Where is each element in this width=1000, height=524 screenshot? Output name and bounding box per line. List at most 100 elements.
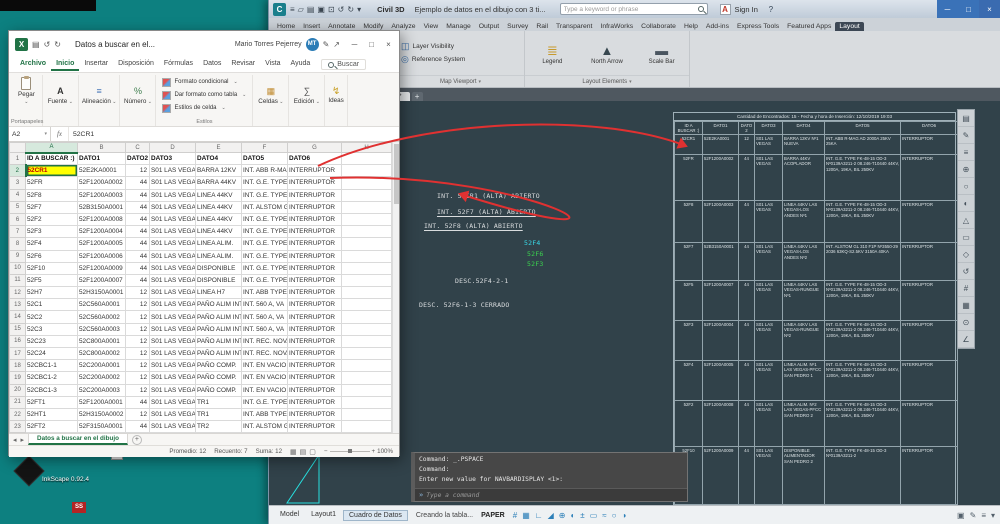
row-header[interactable]: 2: [10, 165, 26, 177]
ribbon-tab[interactable]: Manage: [442, 22, 475, 31]
cell[interactable]: 12: [126, 287, 150, 299]
cell[interactable]: PAÑO ALIM INT.: [196, 348, 242, 360]
table-cell[interactable]: 52F1200A0009: [703, 447, 739, 505]
cell[interactable]: [342, 408, 392, 420]
keyword-search-input[interactable]: Type a keyword or phrase: [560, 3, 708, 15]
cell[interactable]: [342, 177, 392, 189]
table-cell[interactable]: 52F4: [675, 361, 703, 401]
cell[interactable]: TR1: [196, 396, 242, 408]
font-group-button[interactable]: Fuente: [43, 75, 79, 126]
cell[interactable]: INTERRUPTOR: [288, 299, 342, 311]
cell[interactable]: [342, 153, 392, 165]
table-cell[interactable]: 52F1200A0004: [703, 321, 739, 361]
table-cell[interactable]: S01 LAS VEGAS: [755, 447, 783, 505]
cell[interactable]: 44: [126, 421, 150, 433]
row-header[interactable]: 13: [10, 299, 26, 311]
ribbon-tab[interactable]: View: [420, 22, 443, 31]
table-cell[interactable]: 44: [739, 361, 755, 401]
reference-system-button[interactable]: ◎ Reference System: [401, 54, 520, 65]
table-cell[interactable]: INTERRUPTOR: [901, 201, 958, 243]
cell[interactable]: INTERRUPTOR: [288, 189, 342, 201]
cell[interactable]: 52F5: [26, 274, 78, 286]
table-cell[interactable]: 52B3150A0001: [703, 243, 739, 281]
cell[interactable]: DATO6: [288, 153, 342, 165]
table-cell[interactable]: 52F5: [675, 281, 703, 321]
cell[interactable]: PAÑO COMP.: [196, 384, 242, 396]
cell[interactable]: 52H7: [26, 287, 78, 299]
cell[interactable]: LINEA H7: [196, 287, 242, 299]
ribbon-tab[interactable]: Add-ins: [702, 22, 733, 31]
cells-group-button[interactable]: Celdas: [253, 75, 289, 126]
prev-sheet-button[interactable]: ◂: [13, 436, 17, 444]
cell[interactable]: S01 LAS VEGAS: [150, 348, 196, 360]
table-cell[interactable]: 52F8: [675, 201, 703, 243]
save-icon[interactable]: ▤: [32, 40, 40, 49]
row-header[interactable]: 12: [10, 287, 26, 299]
cell[interactable]: S01 LAS VEGAS: [150, 238, 196, 250]
cell[interactable]: PAÑO ALIM INT.: [196, 311, 242, 323]
status-toggle-icon[interactable]: ±: [580, 511, 584, 520]
cell[interactable]: INTERRUPTOR: [288, 323, 342, 335]
table-cell[interactable]: S01 LAS VEGAS: [755, 361, 783, 401]
cell[interactable]: [342, 201, 392, 213]
add-sheet-button[interactable]: +: [132, 435, 142, 445]
cell[interactable]: INTERRUPTOR: [288, 213, 342, 225]
cell[interactable]: TR1: [196, 408, 242, 420]
undo-icon[interactable]: ↺: [44, 40, 51, 49]
cell[interactable]: 52F1200A0002: [78, 177, 126, 189]
cell[interactable]: LINEA 44KV: [196, 213, 242, 225]
cell[interactable]: INTERRUPTOR: [288, 226, 342, 238]
table-cell[interactable]: INT. G.E. TYPE FK-48-15 OD-3 Nº0139A3211…: [825, 401, 901, 447]
cell[interactable]: [342, 262, 392, 274]
table-cell[interactable]: 52F1200A0007: [703, 281, 739, 321]
excel-ribbon-tab[interactable]: Insertar: [79, 58, 113, 71]
new-drawing-tab-button[interactable]: +: [412, 92, 423, 101]
drawing-text[interactable]: 52F4: [524, 239, 540, 247]
ribbon-tab[interactable]: Help: [680, 22, 702, 31]
row-header[interactable]: 23: [10, 421, 26, 433]
ribbon-tab[interactable]: Survey: [503, 22, 532, 31]
cell[interactable]: DATO3: [150, 153, 196, 165]
cell[interactable]: INTERRUPTOR: [288, 372, 342, 384]
cell[interactable]: 52F6: [26, 250, 78, 262]
table-cell[interactable]: LINEA ALIM. Nº1 LAS VEGAS-PFCC SAN PEDRO…: [783, 361, 825, 401]
qat-menu-icon[interactable]: ▾: [357, 5, 361, 14]
table-cell[interactable]: 44: [739, 281, 755, 321]
table-cell[interactable]: S01 LAS VEGAS: [755, 201, 783, 243]
status-toggle-icon[interactable]: ≈: [602, 511, 606, 520]
cell[interactable]: INTERRUPTOR: [288, 262, 342, 274]
cell[interactable]: 12: [126, 360, 150, 372]
cell[interactable]: 52HT1: [26, 408, 78, 420]
toolbar-tool-icon[interactable]: ▭: [958, 229, 974, 246]
table-cell[interactable]: 52F1200A0003: [703, 201, 739, 243]
row-header[interactable]: 14: [10, 311, 26, 323]
cell[interactable]: 52F1200A0004: [78, 226, 126, 238]
toolbar-tool-icon[interactable]: △: [958, 212, 974, 229]
table-cell[interactable]: 52F2: [675, 401, 703, 447]
sheet-tab[interactable]: Datos a buscar en el dibujo: [28, 434, 128, 445]
scrollbar-thumb[interactable]: [394, 144, 399, 204]
cell[interactable]: [342, 384, 392, 396]
cell[interactable]: 52CBC1-3: [26, 384, 78, 396]
view-mode-icon[interactable]: ▤: [300, 448, 307, 456]
drawing-text[interactable]: 52F3: [527, 260, 543, 268]
cell[interactable]: 52F1200A0005: [78, 238, 126, 250]
cell[interactable]: INT. REC. NOVA: [242, 348, 288, 360]
row-header[interactable]: 21: [10, 396, 26, 408]
cell[interactable]: S01 LAS VEGAS: [150, 201, 196, 213]
cell[interactable]: INTERRUPTOR: [288, 250, 342, 262]
cell[interactable]: [342, 335, 392, 347]
table-cell[interactable]: INT. G.E. TYPE FK-48-15 OD-3 Nº0139A3211…: [825, 155, 901, 201]
table-cell[interactable]: LINEA 44KV LAS VEGAS-LOS ANDES Nº2: [783, 243, 825, 281]
cell[interactable]: INT. REC. NOVA: [242, 335, 288, 347]
cell[interactable]: DISPONIBLE: [196, 274, 242, 286]
close-button[interactable]: ×: [979, 0, 1000, 18]
save-icon[interactable]: ▣: [317, 5, 325, 14]
cell[interactable]: 44: [126, 201, 150, 213]
cell[interactable]: 52F8: [26, 189, 78, 201]
toolbar-tool-icon[interactable]: ⊕: [958, 161, 974, 178]
cell[interactable]: [342, 311, 392, 323]
table-row[interactable]: 52F5 52F1200A0007 44 S01 LAS VEGAS LINEA…: [675, 281, 958, 321]
cell[interactable]: S01 LAS VEGAS: [150, 213, 196, 225]
table-cell[interactable]: 44: [739, 401, 755, 447]
